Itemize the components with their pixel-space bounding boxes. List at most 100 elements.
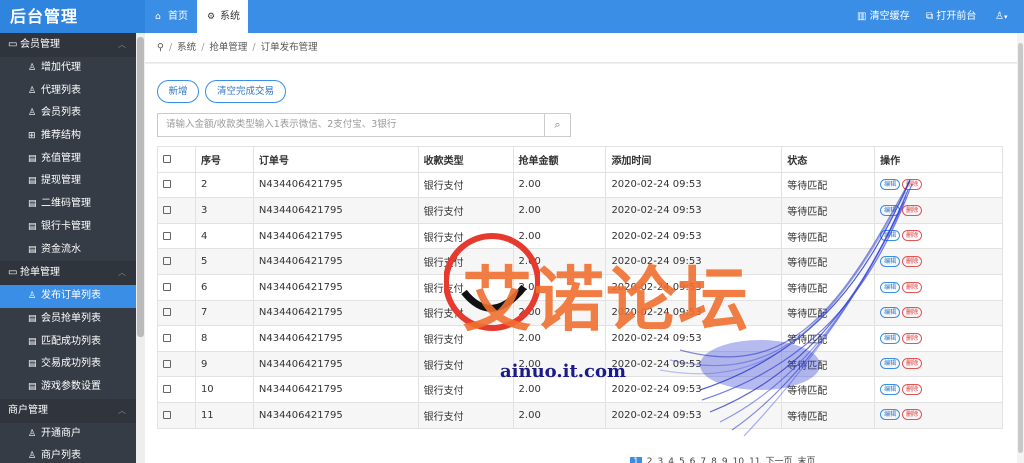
edit-button[interactable]: 编辑 <box>880 281 901 293</box>
column-header[interactable]: 订单号 <box>252 146 419 173</box>
sidebar-item-cash-flow[interactable]: ▤ 资金流水 <box>0 239 136 262</box>
edit-button[interactable]: 编辑 <box>880 230 901 242</box>
sidebar-item-game-settings[interactable]: ▤ 游戏参数设置 <box>0 376 136 399</box>
select-all-checkbox[interactable] <box>163 154 171 163</box>
clear-cache-button[interactable]: ▥ 清空缓存 <box>857 0 910 33</box>
edit-button[interactable]: 编辑 <box>880 255 901 267</box>
sidebar-item-referral-tree[interactable]: ⊞ 推荐结构 <box>0 125 136 148</box>
cell-order: N434406421795 <box>252 171 419 199</box>
sidebar-item-agent-list[interactable]: ♙ 代理列表 <box>0 80 136 103</box>
page-link[interactable]: 7 <box>700 457 706 463</box>
row-checkbox[interactable] <box>163 282 171 291</box>
sidebar-item-matched[interactable]: ▤ 匹配成功列表 <box>0 331 136 354</box>
page-link[interactable]: 1 <box>630 457 642 463</box>
user-icon: ♙ <box>28 291 37 302</box>
delete-button[interactable]: 删除 <box>902 358 923 370</box>
cell-order: N434406421795 <box>252 299 419 327</box>
edit-button[interactable]: 编辑 <box>880 409 901 421</box>
content-scroll-thumb[interactable] <box>1018 43 1023 453</box>
page-link[interactable]: 10 <box>733 457 744 463</box>
cell-amount: 2.00 <box>512 171 607 199</box>
edit-button[interactable]: 编辑 <box>880 204 901 216</box>
delete-button[interactable]: 删除 <box>902 281 923 293</box>
cell-actions: 编辑 删除 <box>874 273 1003 301</box>
cell-status: 等待匹配 <box>781 248 876 275</box>
column-header[interactable]: 添加时间 <box>605 146 783 173</box>
content-scrollbar[interactable] <box>1017 33 1024 463</box>
sidebar-item-publish-orders[interactable]: ♙ 发布订单列表 <box>0 285 136 308</box>
sidebar-scroll-thumb[interactable] <box>137 37 144 337</box>
page-last-link[interactable]: 末页 <box>798 454 816 463</box>
row-checkbox[interactable] <box>163 308 171 317</box>
cell-status: 等待匹配 <box>781 197 876 224</box>
page-link[interactable]: 11 <box>749 457 760 463</box>
delete-button[interactable]: 删除 <box>902 409 923 421</box>
page-next-link[interactable]: 下一页 <box>766 454 793 463</box>
page-link[interactable]: 4 <box>668 457 674 463</box>
cell-no: 6 <box>194 273 254 301</box>
sidebar-item-bank-card[interactable]: ▤ 银行卡管理 <box>0 216 136 239</box>
row-checkbox[interactable] <box>163 385 171 394</box>
breadcrumb-item[interactable]: 抢单管理 <box>209 42 247 53</box>
page-link[interactable]: 8 <box>711 457 717 463</box>
delete-button[interactable]: 删除 <box>902 179 923 191</box>
tab-system[interactable]: ⚙ 系统 <box>197 0 248 33</box>
user-icon: ♙ <box>995 11 1004 22</box>
sidebar-item-label: 资金流水 <box>41 243 81 255</box>
row-checkbox[interactable] <box>163 257 171 266</box>
page-link[interactable]: 6 <box>690 457 696 463</box>
sidebar-scrollbar[interactable] <box>136 33 145 463</box>
sidebar-item-recharge[interactable]: ▤ 充值管理 <box>0 148 136 171</box>
edit-button[interactable]: 编辑 <box>880 307 901 319</box>
sidebar-group-merchants[interactable]: 商户管理 ︿ <box>0 398 136 423</box>
sidebar-item-label: 代理列表 <box>41 84 81 96</box>
page-link[interactable]: 3 <box>657 457 663 463</box>
edit-button[interactable]: 编辑 <box>880 383 901 395</box>
search-button[interactable]: ⌕ <box>544 113 571 137</box>
sidebar-group-orders[interactable]: ▭ 抢单管理 ︿ <box>0 261 136 286</box>
row-checkbox[interactable] <box>163 231 171 240</box>
row-checkbox[interactable] <box>163 410 171 419</box>
cell-status: 等待匹配 <box>781 222 876 250</box>
sidebar-item-qrcode[interactable]: ▤ 二维码管理 <box>0 193 136 216</box>
add-button[interactable]: 新增 <box>157 80 199 103</box>
sidebar-item-traded[interactable]: ▤ 交易成功列表 <box>0 353 136 376</box>
sidebar-item-member-grabs[interactable]: ▤ 会员抢单列表 <box>0 308 136 331</box>
row-checkbox[interactable] <box>163 180 171 189</box>
column-header[interactable]: 收款类型 <box>417 146 514 173</box>
cell-amount: 2.00 <box>512 197 607 224</box>
delete-button[interactable]: 删除 <box>902 332 923 344</box>
delete-button[interactable]: 删除 <box>902 230 923 242</box>
edit-button[interactable]: 编辑 <box>880 179 901 191</box>
cell-amount: 2.00 <box>512 401 607 429</box>
delete-button[interactable]: 删除 <box>902 307 923 319</box>
edit-button[interactable]: 编辑 <box>880 332 901 344</box>
edit-button[interactable]: 编辑 <box>880 358 901 370</box>
row-checkbox[interactable] <box>163 205 171 214</box>
sidebar-item-add-agent[interactable]: ♙ 增加代理 <box>0 57 136 80</box>
page-link[interactable]: 2 <box>647 457 653 463</box>
clear-completed-button[interactable]: 清空完成交易 <box>205 80 286 103</box>
row-select-cell <box>157 325 196 352</box>
sidebar-item-member-list[interactable]: ♙ 会员列表 <box>0 102 136 125</box>
open-frontend-button[interactable]: ⧉ 打开前台 <box>926 0 976 33</box>
user-menu-button[interactable]: ♙▾ <box>995 0 1007 33</box>
row-checkbox[interactable] <box>163 333 171 342</box>
row-checkbox[interactable] <box>163 359 171 368</box>
column-header[interactable]: 序号 <box>194 146 254 173</box>
delete-button[interactable]: 删除 <box>902 255 923 267</box>
sidebar-item-withdraw[interactable]: ▤ 提现管理 <box>0 170 136 193</box>
tab-home[interactable]: ⌂ 首页 <box>145 0 195 33</box>
page-link[interactable]: 5 <box>679 457 685 463</box>
sidebar-item-merchant-list[interactable]: ♙ 商户列表 <box>0 445 136 463</box>
sidebar-group-members[interactable]: ▭ 会员管理 ︿ <box>0 33 136 57</box>
search-input[interactable]: 请输入金额/收款类型输入1表示微信、2支付宝、3银行 <box>157 113 544 137</box>
delete-button[interactable]: 删除 <box>902 383 923 395</box>
cell-actions: 编辑 删除 <box>874 171 1003 199</box>
column-header[interactable]: 状态 <box>781 146 876 173</box>
delete-button[interactable]: 删除 <box>902 204 923 216</box>
breadcrumb-item[interactable]: 系统 <box>177 42 196 53</box>
sidebar-item-open-merchant[interactable]: ♙ 开通商户 <box>0 423 136 446</box>
page-link[interactable]: 9 <box>722 457 728 463</box>
column-header[interactable]: 抢单金额 <box>512 146 607 173</box>
